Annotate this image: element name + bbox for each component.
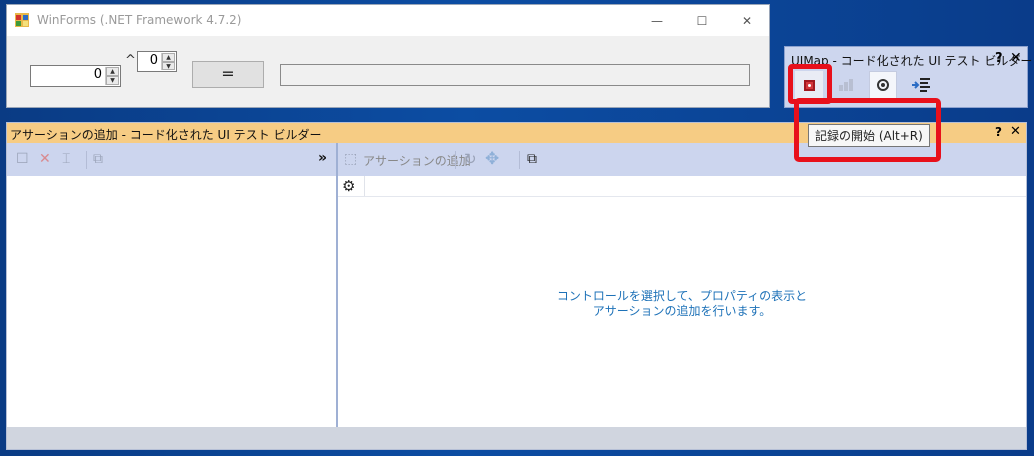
base-number-value: 0 <box>93 67 102 82</box>
minimize-button[interactable]: — <box>634 5 680 36</box>
pause-button[interactable] <box>832 71 860 99</box>
add-control-icon[interactable]: ☐ <box>16 151 29 167</box>
status-bar <box>7 427 1026 449</box>
exponent-input[interactable]: 0 ▲ ▼ <box>137 51 177 72</box>
toolbar-separator <box>519 151 520 169</box>
maximize-icon: ☐ <box>696 13 708 28</box>
rename-icon[interactable]: ⌶ <box>62 151 70 167</box>
close-icon: ✕ <box>741 13 753 28</box>
power-operator-label: ^ <box>125 53 136 68</box>
window-title: WinForms (.NET Framework 4.7.2) <box>37 13 242 27</box>
copy-icon[interactable]: ⧉ <box>93 151 103 167</box>
gear-icon[interactable]: ⚙ <box>342 177 355 195</box>
crosshair-target-icon <box>877 79 889 91</box>
close-icon[interactable]: ✕ <box>1010 50 1022 66</box>
toolbar-separator <box>455 151 456 169</box>
winforms-app-icon <box>15 13 29 27</box>
spin-up-icon[interactable]: ▲ <box>106 67 119 76</box>
spin-up-icon[interactable]: ▲ <box>162 53 175 62</box>
generate-code-button[interactable] <box>907 71 935 99</box>
generate-code-icon <box>912 78 930 92</box>
close-icon[interactable]: ✕ <box>1010 124 1021 139</box>
exponent-value: 0 <box>149 53 158 68</box>
property-grid-header: ⚙ <box>338 176 1026 197</box>
navigate-arrows-icon[interactable]: ✥ <box>485 149 499 169</box>
winforms-window: WinForms (.NET Framework 4.7.2) — ☐ ✕ 0 … <box>6 4 770 108</box>
minimize-icon: — <box>651 13 663 28</box>
add-assertion-target-button[interactable] <box>869 71 897 99</box>
ui-map-toolbar: ☐ ✕ ⌶ ⧉ » <box>7 143 336 176</box>
help-icon[interactable]: ? <box>995 51 1003 66</box>
message-line: アサーションの追加を行います。 <box>592 304 772 318</box>
message-line: コントロールを選択して、プロパティの表示と <box>556 289 808 303</box>
delete-icon[interactable]: ✕ <box>39 151 51 167</box>
pause-icon <box>839 79 853 91</box>
base-number-spinner[interactable]: ▲ ▼ <box>105 67 119 85</box>
result-textbox[interactable] <box>280 64 750 86</box>
refresh-icon[interactable]: ↻ <box>464 150 477 168</box>
base-number-input[interactable]: 0 ▲ ▼ <box>30 65 121 87</box>
equals-button[interactable]: = <box>192 61 264 88</box>
empty-selection-message: コントロールを選択して、プロパティの表示と アサーションの追加を行います。 <box>338 289 1026 319</box>
winforms-titlebar[interactable]: WinForms (.NET Framework 4.7.2) — ☐ ✕ <box>7 5 769 36</box>
close-button[interactable]: ✕ <box>724 5 770 36</box>
add-assertion-icon: ⬚ <box>344 151 358 167</box>
toolbar-separator <box>86 151 87 169</box>
header-divider <box>364 176 365 196</box>
exponent-spinner[interactable]: ▲ ▼ <box>161 53 175 70</box>
assertion-builder-window: アサーションの追加 - コード化された UI テスト ビルダー ? ✕ ☐ ✕ … <box>6 122 1027 450</box>
maximize-button[interactable]: ☐ <box>679 5 725 36</box>
builder-title: アサーションの追加 - コード化された UI テスト ビルダー <box>10 128 322 142</box>
help-icon[interactable]: ? <box>995 125 1002 139</box>
spin-down-icon[interactable]: ▼ <box>106 76 119 85</box>
copy-icon[interactable]: ⧉ <box>527 151 537 167</box>
record-tooltip: 記録の開始 (Alt+R) <box>808 124 930 147</box>
expand-chevron-icon[interactable]: » <box>318 150 327 166</box>
spin-down-icon[interactable]: ▼ <box>162 61 175 70</box>
